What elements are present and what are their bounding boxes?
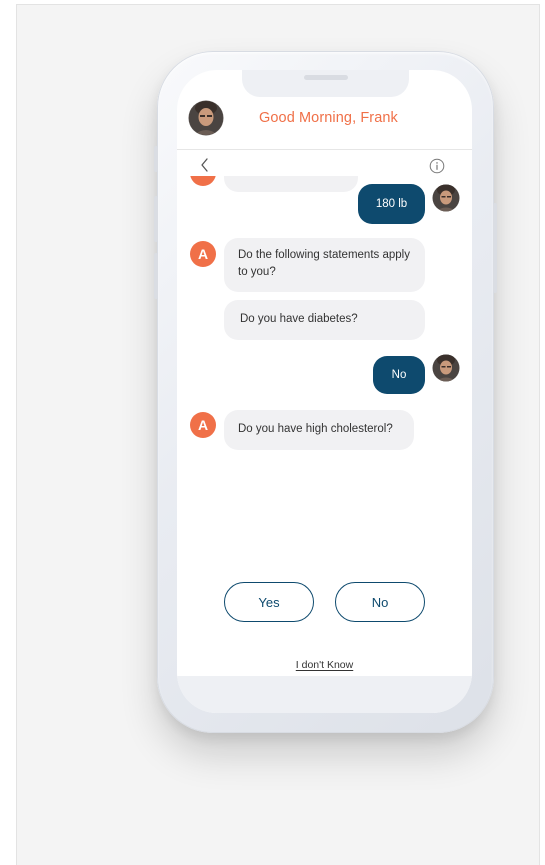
phone-screen: Good Morning, Frank 180 lb A Do the foll… xyxy=(177,70,472,713)
chat-bubble-bot xyxy=(224,176,358,192)
chat-thread: 180 lb A Do the following statements app… xyxy=(177,176,472,586)
bot-avatar: A xyxy=(190,241,216,267)
home-indicator-area xyxy=(177,676,472,713)
info-icon[interactable] xyxy=(429,158,445,174)
phone-volume-down xyxy=(154,253,158,299)
user-avatar xyxy=(432,354,460,382)
dont-know-label[interactable]: I don't Know xyxy=(296,659,353,671)
phone-speaker xyxy=(304,75,348,80)
chat-header: Good Morning, Frank xyxy=(177,100,472,148)
yes-button[interactable]: Yes xyxy=(224,582,314,622)
phone-volume-up xyxy=(154,196,158,242)
chat-bubble-user: No xyxy=(373,356,425,394)
chat-bubble-bot: Do the following statements apply to you… xyxy=(224,238,425,292)
chat-bubble-user: 180 lb xyxy=(358,184,425,224)
user-avatar xyxy=(432,184,460,212)
dont-know-link[interactable]: I don't Know xyxy=(177,659,472,671)
no-button[interactable]: No xyxy=(335,582,425,622)
user-avatar[interactable] xyxy=(188,100,224,136)
bot-avatar: A xyxy=(190,412,216,438)
phone-side-button xyxy=(154,146,158,172)
header-divider xyxy=(177,149,472,150)
bot-avatar xyxy=(190,176,216,186)
phone-notch xyxy=(242,70,409,97)
chat-bubble-bot: Do you have diabetes? xyxy=(224,300,425,340)
chat-bubble-bot: Do you have high cholesterol? xyxy=(224,410,414,450)
phone-power-button xyxy=(493,203,497,293)
phone-mockup: Good Morning, Frank 180 lb A Do the foll… xyxy=(154,51,497,733)
greeting-title: Good Morning, Frank xyxy=(259,110,398,126)
back-chevron-icon[interactable] xyxy=(199,158,211,172)
